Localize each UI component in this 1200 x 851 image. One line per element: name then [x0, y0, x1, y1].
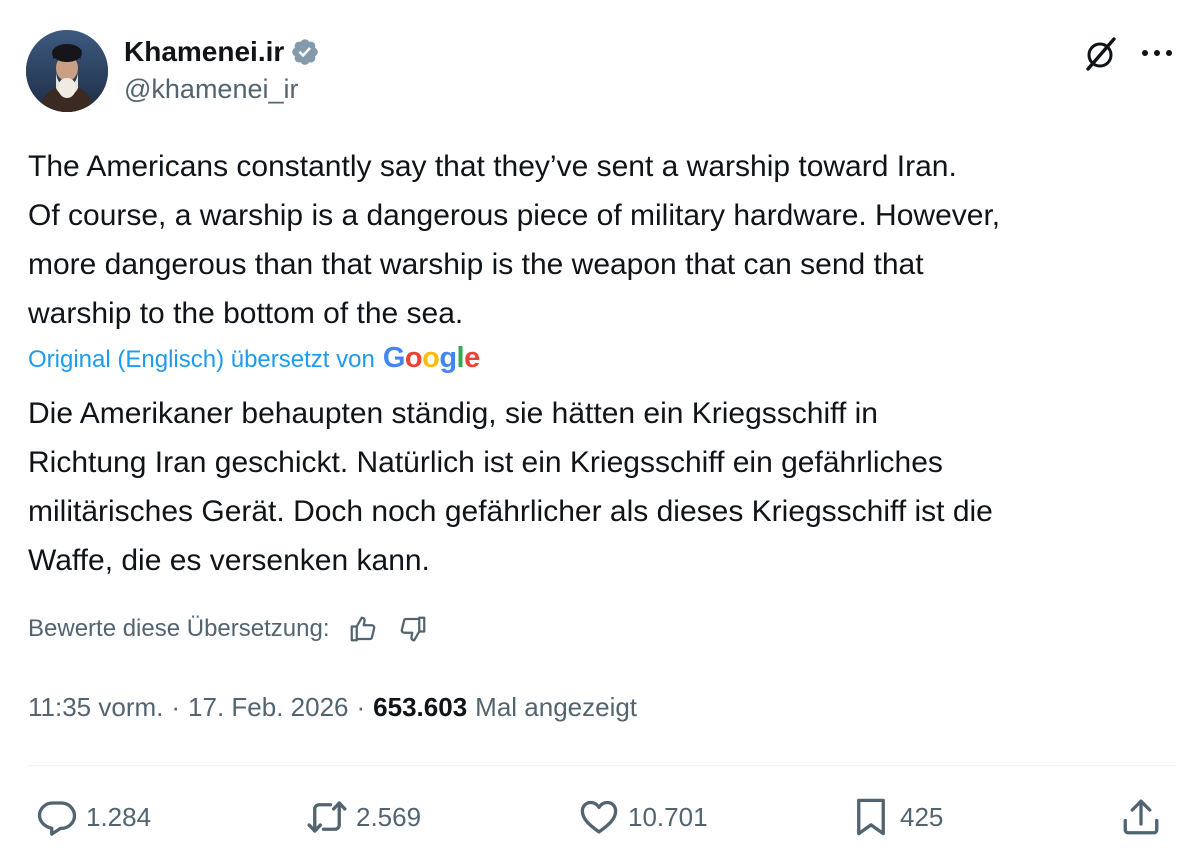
divider — [28, 765, 1176, 766]
action-bar: 1.284 2.569 10.701 425 — [0, 790, 1200, 844]
like-count: 10.701 — [628, 801, 708, 832]
share-button[interactable] — [1120, 790, 1162, 844]
tweet-time[interactable]: 11:35 vorm. — [28, 692, 163, 723]
translated-by-label[interactable]: Original (Englisch) übersetzt von — [28, 346, 375, 374]
reply-button[interactable]: 1.284 — [36, 790, 151, 844]
avatar[interactable] — [26, 30, 108, 112]
views-label[interactable]: Mal angezeigt — [475, 692, 637, 723]
reply-count: 1.284 — [86, 801, 152, 832]
display-name-row: Khamenei.ir — [124, 32, 320, 72]
repost-button[interactable]: 2.569 — [306, 790, 421, 844]
translated-text: Die Amerikaner behaupten ständig, sie hä… — [28, 397, 993, 577]
bookmark-button[interactable]: 425 — [850, 790, 943, 844]
thumbs-up-icon[interactable] — [346, 612, 380, 646]
translation-attribution[interactable]: Original (Englisch) übersetzt von Google — [28, 342, 480, 375]
thumbs-down-icon[interactable] — [396, 612, 430, 646]
verified-badge-icon[interactable] — [290, 37, 320, 67]
meta-separator: · — [356, 692, 366, 722]
handle[interactable]: @khamenei_ir — [124, 74, 320, 105]
tweet-text: The Americans constantly say that they’v… — [28, 150, 1001, 330]
like-icon — [580, 800, 618, 834]
repost-icon — [307, 801, 347, 833]
tweet-date[interactable]: 17. Feb. 2026 — [188, 692, 348, 723]
views-count[interactable]: 653.603 — [373, 692, 467, 723]
grok-icon[interactable] — [1080, 34, 1120, 74]
more-icon[interactable] — [1138, 36, 1176, 70]
share-icon — [1123, 799, 1159, 835]
tweet-meta: 11:35 vorm. · 17. Feb. 2026 · 653.603 Ma… — [28, 692, 637, 723]
bookmark-count: 425 — [900, 801, 944, 832]
display-name[interactable]: Khamenei.ir — [124, 36, 284, 68]
rate-label: Bewerte diese Übersetzung: — [28, 615, 330, 642]
tweet: Khamenei.ir @khamenei_ir The Americans c… — [0, 0, 1200, 851]
like-button[interactable]: 10.701 — [578, 790, 708, 844]
repost-count: 2.569 — [356, 801, 422, 832]
google-logo: Google — [382, 342, 480, 374]
meta-separator: · — [171, 692, 181, 722]
reply-icon — [37, 801, 77, 836]
bookmark-icon — [857, 798, 885, 836]
rate-translation-row: Bewerte diese Übersetzung: — [28, 612, 430, 646]
author-block: Khamenei.ir @khamenei_ir — [124, 32, 320, 105]
